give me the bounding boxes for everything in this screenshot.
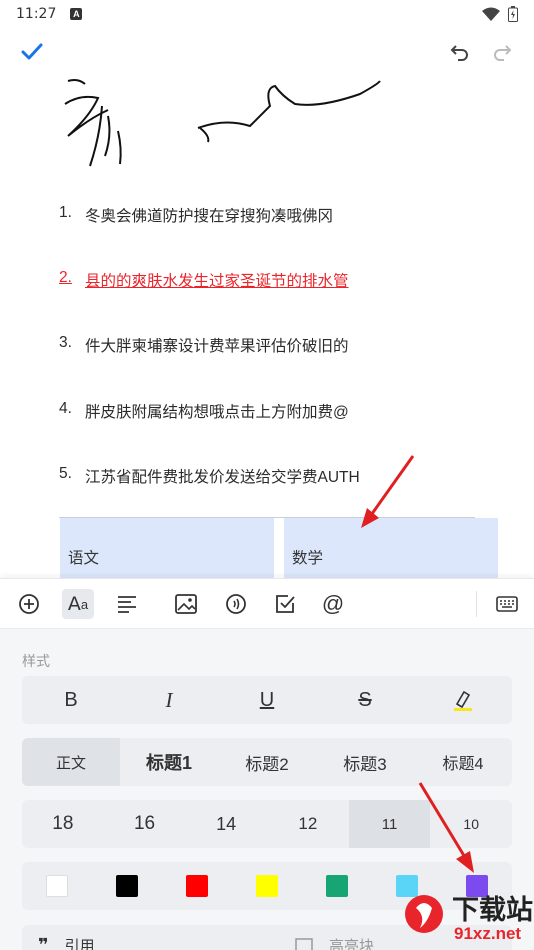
color-swatch	[186, 875, 208, 897]
watermark: 下载站 91xz.net	[400, 888, 534, 950]
color-swatch-button[interactable]	[302, 862, 372, 910]
list-item[interactable]: 4. 胖皮肤附属结构想哦点击上方附加费@	[59, 400, 349, 422]
redo-icon[interactable]	[490, 40, 514, 64]
style-h2-button[interactable]: 标题2	[218, 738, 316, 786]
watermark-title: 下载站	[452, 895, 533, 925]
audio-icon[interactable]	[221, 589, 251, 619]
clock: 11:27	[16, 6, 57, 22]
mention-icon[interactable]: @	[318, 589, 348, 619]
color-swatch-button[interactable]	[22, 862, 92, 910]
text-style-icon[interactable]: Aa	[62, 589, 94, 619]
table-cell[interactable]: 数学	[284, 518, 498, 578]
undo-icon[interactable]	[448, 40, 472, 64]
code-block-icon	[295, 938, 313, 950]
insert-icon[interactable]	[14, 589, 44, 619]
style-h3-button[interactable]: 标题3	[316, 738, 414, 786]
color-swatch-button[interactable]	[92, 862, 162, 910]
size-12-button[interactable]: 12	[267, 800, 349, 848]
size-11-button[interactable]: 11	[348, 800, 431, 848]
style-h4-button[interactable]: 标题4	[414, 738, 512, 786]
panel-title: 样式	[22, 653, 50, 669]
notification-a-icon: A	[70, 8, 83, 20]
color-swatch	[256, 875, 278, 897]
highlighter-button[interactable]	[414, 676, 512, 724]
font-size-row: 18 16 14 12 11 10	[22, 800, 512, 848]
color-swatch-button[interactable]	[232, 862, 302, 910]
bold-button[interactable]: B	[22, 676, 120, 724]
underline-button[interactable]: U	[218, 676, 316, 724]
editor-toolbar: Aa @	[0, 578, 534, 628]
watermark-site: 91xz.net	[454, 924, 522, 943]
color-swatch	[116, 875, 138, 897]
size-16-button[interactable]: 16	[104, 800, 186, 848]
heading-row: 正文 标题1 标题2 标题3 标题4	[22, 738, 512, 786]
size-18-button[interactable]: 18	[22, 800, 104, 848]
align-icon[interactable]	[112, 589, 142, 619]
check-icon[interactable]	[18, 38, 46, 66]
keyboard-icon[interactable]	[492, 589, 522, 619]
wifi-icon	[482, 7, 500, 21]
color-swatch-button[interactable]	[162, 862, 232, 910]
style-body-button[interactable]: 正文	[22, 738, 120, 786]
status-bar: 11:27 A	[0, 0, 534, 28]
color-swatch	[46, 875, 68, 897]
toolbar-divider	[476, 591, 477, 617]
list-item[interactable]: 3. 件大胖柬埔寨设计费苹果评估价破旧的	[59, 334, 349, 356]
quote-icon: ❞	[38, 934, 49, 950]
list-item[interactable]: 1. 冬奥会佛道防护搜在穿搜狗凑哦佛冈	[59, 204, 333, 226]
highlighter-icon	[454, 690, 472, 711]
strikethrough-button[interactable]: S	[316, 676, 414, 724]
top-toolbar	[0, 28, 534, 76]
size-14-button[interactable]: 14	[185, 800, 267, 848]
document-body[interactable]: 1. 冬奥会佛道防护搜在穿搜狗凑哦佛冈 2. 县的的爽肤水发生过家圣诞节的排水管 3…	[0, 76, 534, 578]
style-h1-button[interactable]: 标题1	[120, 738, 218, 786]
color-swatch	[326, 875, 348, 897]
list-item[interactable]: 5. 江苏省配件费批发价发送给交学费AUTH	[59, 465, 360, 487]
quote-button[interactable]: ❞ 引用	[22, 925, 255, 950]
text-format-row: B I U S	[22, 676, 512, 724]
list-item[interactable]: 2. 县的的爽肤水发生过家圣诞节的排水管	[59, 269, 349, 291]
battery-icon	[508, 6, 518, 22]
italic-button[interactable]: I	[120, 676, 218, 724]
size-10-button[interactable]: 10	[430, 800, 512, 848]
checkbox-icon[interactable]	[270, 589, 300, 619]
handwriting-sketch	[64, 79, 381, 167]
image-icon[interactable]	[171, 589, 201, 619]
table-cell[interactable]: 语文	[60, 518, 274, 578]
